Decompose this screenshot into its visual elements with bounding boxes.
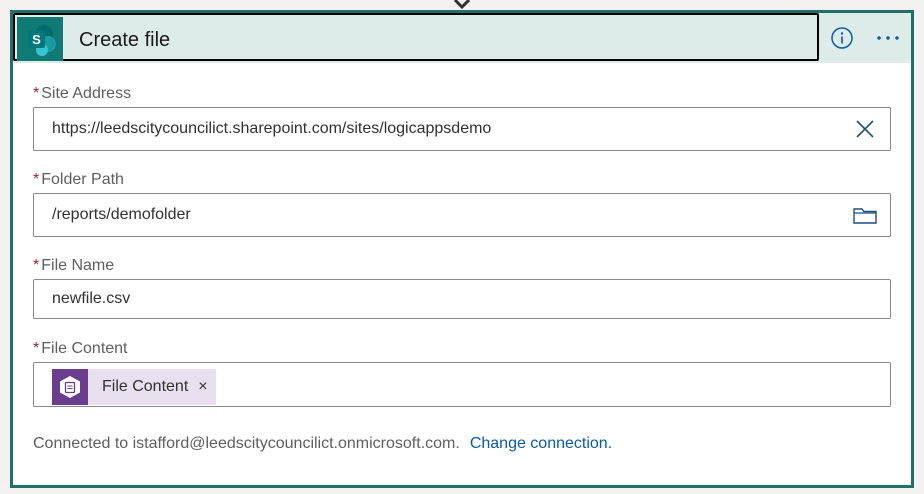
required-marker: * xyxy=(33,257,40,274)
file-name-value: newfile.csv xyxy=(52,290,131,307)
action-header[interactable]: S Create file xyxy=(13,13,911,63)
flow-connector-arrow-icon xyxy=(453,0,471,10)
folder-path-label: * Folder Path xyxy=(33,171,124,188)
action-title: Create file xyxy=(79,29,171,51)
folder-icon[interactable] xyxy=(852,204,878,226)
sharepoint-icon: S xyxy=(17,17,63,61)
dynamic-content-token[interactable]: File Content × xyxy=(52,369,216,405)
info-button[interactable] xyxy=(829,25,855,51)
required-marker: * xyxy=(33,340,40,357)
remove-token-button[interactable]: × xyxy=(198,378,207,396)
file-content-input[interactable]: File Content × xyxy=(33,362,891,407)
clear-icon[interactable] xyxy=(854,118,876,140)
file-name-label: * File Name xyxy=(33,257,115,274)
action-title-bar[interactable]: S Create file xyxy=(13,13,819,61)
file-content-label: * File Content xyxy=(33,340,128,357)
connection-info: Connected to istafford@leedscitycouncili… xyxy=(33,435,612,453)
more-options-button[interactable] xyxy=(875,25,901,51)
info-icon xyxy=(831,27,853,49)
svg-text:S: S xyxy=(32,32,41,47)
create-file-action-card: S Create file * Site Address https://leed… xyxy=(10,10,914,488)
token-label: File Content xyxy=(102,378,189,395)
folder-path-input[interactable]: /reports/demofolder xyxy=(33,193,891,237)
connection-text: Connected to istafford@leedscitycouncili… xyxy=(33,435,460,452)
change-connection-link[interactable]: Change connection. xyxy=(470,435,612,452)
site-address-value: https://leedscitycouncilict.sharepoint.c… xyxy=(52,120,492,137)
file-name-input[interactable]: newfile.csv xyxy=(33,279,891,319)
required-marker: * xyxy=(33,171,40,188)
folder-path-value: /reports/demofolder xyxy=(52,206,191,223)
dynamic-content-icon xyxy=(52,369,88,405)
site-address-input[interactable]: https://leedscitycouncilict.sharepoint.c… xyxy=(33,107,891,151)
site-address-label: * Site Address xyxy=(33,85,132,102)
more-options-icon xyxy=(877,36,899,40)
required-marker: * xyxy=(33,85,40,102)
